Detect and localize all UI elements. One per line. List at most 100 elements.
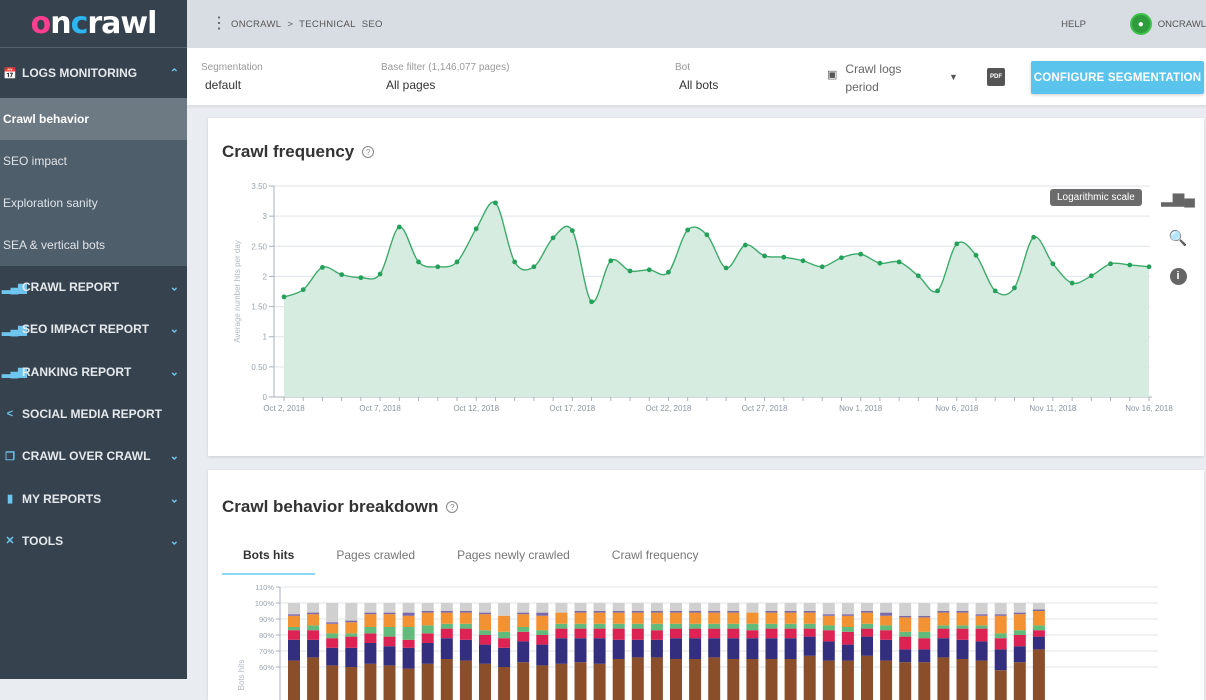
sidebar-section-crawl-report[interactable]: ▂▄▆ CRAWL REPORT ⌄ — [0, 266, 187, 309]
breadcrumb-separator: > — [287, 18, 294, 30]
data-point — [512, 259, 518, 265]
segmentation-label: Segmentation — [201, 62, 263, 73]
chevron-down-icon[interactable]: ⌄ — [170, 281, 179, 294]
bar-segment-green — [689, 623, 702, 629]
bar-chart-icon[interactable]: ▂▆▄ — [1161, 188, 1195, 208]
bar-segment-green — [975, 625, 988, 629]
crawl-behavior-breakdown-card: Crawl behavior breakdown ? Bots hits Pag… — [208, 470, 1204, 700]
breadcrumb-item-seo[interactable]: SEO — [362, 19, 383, 30]
sidebar-section-logs-monitoring[interactable]: 📅 LOGS MONITORING ⌃ — [0, 48, 187, 98]
calendar-icon: ▣ — [827, 69, 838, 81]
x-tick-label: Nov 1, 2018 — [839, 404, 883, 413]
breadcrumb: ONCRAWL > TECHNICAL SEO — [231, 19, 383, 30]
breadcrumb-item-technical[interactable]: TECHNICAL — [299, 19, 356, 30]
y-tick-label: 80% — [259, 631, 274, 640]
bar-segment-red — [402, 639, 415, 648]
help-link[interactable]: HELP — [1061, 19, 1086, 30]
kebab-menu-icon[interactable]: ⋮ — [207, 16, 231, 32]
bar-segment-navy — [383, 646, 396, 666]
bar-segment-red — [459, 628, 472, 640]
bar-segment-orange — [593, 612, 606, 624]
bar-segment-green — [765, 623, 778, 629]
y-tick-label: 70% — [259, 647, 274, 656]
bar-segment-purple — [956, 611, 969, 613]
bar-segment-purple — [612, 611, 625, 613]
bar-segment-brown — [784, 659, 797, 700]
bar-segment-green — [307, 625, 320, 631]
bar-segment-brown — [975, 660, 988, 700]
bar-segment-navy — [880, 639, 893, 661]
segmentation-select[interactable]: Segmentation default — [201, 62, 263, 92]
period-select[interactable]: ▣ Crawl logs period — [827, 60, 901, 96]
data-point — [915, 273, 921, 279]
bar-segment-green — [803, 623, 816, 629]
chevron-down-icon[interactable]: ⌄ — [170, 450, 179, 463]
bar-segment-purple — [593, 611, 606, 613]
user-menu[interactable]: ● ONCRAWL — [1129, 13, 1206, 35]
sidebar-item-exploration-sanity[interactable]: Exploration sanity — [0, 182, 187, 224]
bar-segment-orange — [517, 614, 530, 627]
data-point — [589, 299, 594, 305]
zoom-icon[interactable]: 🔍 — [1168, 228, 1188, 248]
bar-segment-purple — [440, 611, 453, 613]
data-point — [1146, 264, 1152, 270]
bar-segment-brown — [1013, 662, 1026, 700]
pdf-export-icon[interactable]: PDF — [987, 68, 1005, 86]
sidebar-item-crawl-behavior[interactable]: Crawl behavior — [0, 98, 187, 140]
bar-segment-orange — [307, 614, 320, 626]
bar-segment-gray — [784, 603, 797, 611]
bar-segment-red — [918, 638, 931, 650]
calendar-icon: 📅 — [3, 67, 17, 80]
bar-segment-brown — [841, 660, 854, 700]
chevron-down-icon[interactable]: ⌄ — [170, 492, 179, 505]
sidebar-section-crawl-over-crawl[interactable]: ❐ CRAWL OVER CRAWL ⌄ — [0, 435, 187, 478]
chevron-down-icon[interactable]: ⌄ — [170, 323, 179, 336]
base-filter-select[interactable]: Base filter (1,146,077 pages) All pages — [381, 62, 509, 92]
bar-segment-orange — [555, 612, 568, 624]
data-point — [819, 264, 825, 270]
bar-segment-green — [517, 627, 530, 632]
sidebar-section-my-reports[interactable]: ▮ MY REPORTS ⌄ — [0, 477, 187, 520]
bar-segment-orange — [784, 612, 797, 624]
bar-segment-gray — [574, 603, 587, 611]
sidebar-section-ranking-report[interactable]: ▂▄▆ RANKING REPORT ⌄ — [0, 350, 187, 393]
bar-segment-red — [899, 636, 912, 650]
data-point — [396, 224, 402, 230]
caret-down-icon[interactable]: ▼ — [949, 72, 958, 82]
bar-segment-navy — [593, 638, 606, 664]
sidebar-item-sea-vertical-bots[interactable]: SEA & vertical bots — [0, 224, 187, 266]
bar-segment-orange — [841, 615, 854, 627]
bar-segment-navy — [498, 647, 511, 667]
avatar: ● — [1129, 13, 1152, 35]
configure-segmentation-button[interactable]: CONFIGURE SEGMENTATION — [1031, 61, 1204, 94]
bar-segment-navy — [479, 644, 491, 664]
bot-select[interactable]: Bot All bots — [675, 62, 718, 92]
bar-segment-green — [670, 623, 682, 629]
data-point — [742, 242, 748, 248]
bar-segment-orange — [288, 615, 300, 627]
bar-segment-orange — [937, 612, 950, 626]
data-point — [646, 267, 652, 273]
bar-segment-gray — [421, 603, 434, 611]
y-tick-label: 2.50 — [251, 242, 267, 251]
chevron-down-icon[interactable]: ⌄ — [170, 534, 179, 547]
bar-segment-navy — [345, 647, 358, 667]
sidebar-section-social-media-report[interactable]: < SOCIAL MEDIA REPORT — [0, 392, 187, 436]
bar-segment-purple — [670, 611, 682, 613]
bar-segment-green — [841, 627, 854, 632]
bar-segment-green — [631, 623, 644, 629]
bar-segment-brown — [1032, 649, 1045, 700]
bar-segment-green — [918, 631, 931, 639]
bar-segment-green — [536, 630, 549, 635]
bar-segment-green — [479, 630, 491, 635]
sidebar-section-tools[interactable]: ✕ TOOLS ⌄ — [0, 519, 187, 563]
breadcrumb-item-oncrawl[interactable]: ONCRAWL — [231, 19, 281, 30]
chevron-up-icon[interactable]: ⌃ — [170, 67, 179, 80]
data-point — [800, 258, 806, 264]
bar-segment-navy — [440, 638, 453, 659]
info-icon[interactable]: i — [1168, 266, 1188, 286]
chevron-down-icon[interactable]: ⌄ — [170, 365, 179, 378]
sidebar-section-seo-impact-report[interactable]: ▂▄▆ SEO IMPACT REPORT ⌄ — [0, 308, 187, 351]
logo[interactable]: oncrawl — [0, 0, 187, 48]
sidebar-item-seo-impact[interactable]: SEO impact — [0, 140, 187, 182]
